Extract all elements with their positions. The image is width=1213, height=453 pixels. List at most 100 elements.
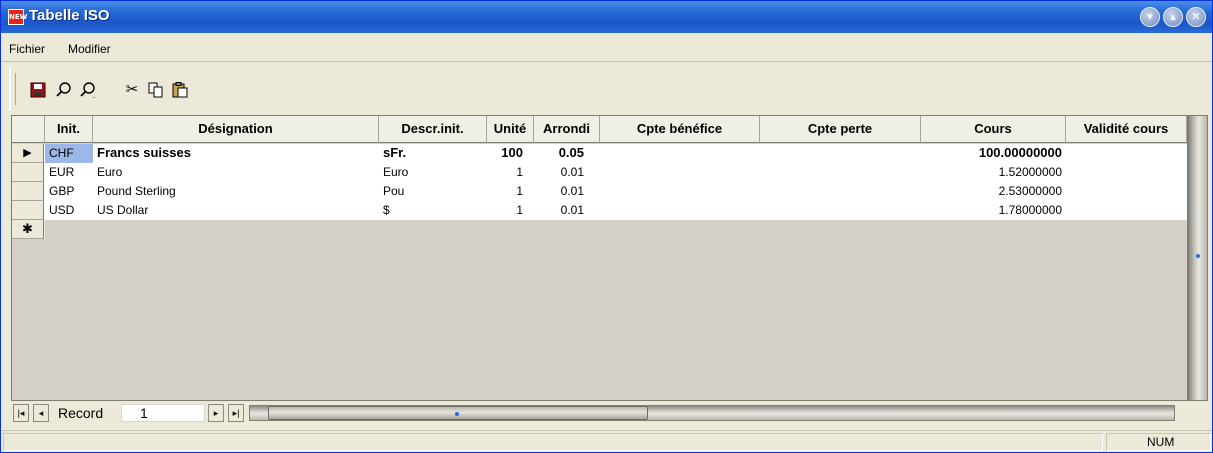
column-header-init[interactable]: Init.: [45, 116, 93, 143]
cell-validite-cours[interactable]: [1066, 182, 1187, 201]
cell-arrondi[interactable]: 0.05: [534, 144, 588, 163]
cell-unite[interactable]: 1: [487, 201, 527, 220]
row-selector[interactable]: [12, 201, 44, 220]
row-selector[interactable]: [12, 182, 44, 201]
record-navigator: |◂ ◂ Record 1 ▸ ▸|: [11, 403, 1188, 423]
cell-cpte-benefice[interactable]: [600, 144, 760, 163]
table-row[interactable]: GBP Pound Sterling Pou 1 0.01 2.53000000: [12, 182, 1187, 201]
last-record-button[interactable]: ▸|: [228, 404, 244, 422]
cell-init[interactable]: USD: [45, 201, 93, 220]
num-lock-indicator: NUM: [1147, 435, 1175, 449]
find-next-icon: ..: [80, 82, 96, 100]
cell-unite[interactable]: 1: [487, 182, 527, 201]
paste-icon: [172, 82, 188, 98]
cell-cpte-perte[interactable]: [760, 163, 921, 182]
horizontal-scroll-thumb[interactable]: [268, 406, 648, 420]
column-header-unite[interactable]: Unité: [487, 116, 534, 143]
scroll-thumb-grip[interactable]: [1196, 254, 1200, 258]
column-header-cpte-perte[interactable]: Cpte perte: [760, 116, 921, 143]
next-record-button[interactable]: ▸: [208, 404, 224, 422]
cell-designation[interactable]: Francs suisses: [93, 144, 379, 163]
table-row[interactable]: EUR Euro Euro 1 0.01 1.52000000: [12, 163, 1187, 182]
window-title: Tabelle ISO: [29, 7, 110, 24]
cell-cpte-perte[interactable]: [760, 144, 921, 163]
cell-validite-cours[interactable]: [1066, 163, 1187, 182]
cell-designation[interactable]: Pound Sterling: [93, 182, 379, 201]
cell-cours[interactable]: 1.52000000: [921, 163, 1066, 182]
toolbar-grip[interactable]: [15, 73, 18, 105]
find-next-button[interactable]: ..: [77, 79, 99, 101]
table-row[interactable]: USD US Dollar $ 1 0.01 1.78000000: [12, 201, 1187, 220]
column-header-arrondi[interactable]: Arrondi: [534, 116, 600, 143]
cell-arrondi[interactable]: 0.01: [534, 163, 588, 182]
app-icon[interactable]: NEW: [8, 9, 27, 25]
previous-record-button[interactable]: ◂: [33, 404, 49, 422]
application-window: NEW Tabelle ISO ▾ ▴ ✕ Fichier Modifier .…: [0, 0, 1213, 453]
cell-cpte-perte[interactable]: [760, 182, 921, 201]
cell-cours[interactable]: 100.00000000: [921, 144, 1066, 163]
horizontal-scrollbar[interactable]: [249, 405, 1175, 421]
cell-descr-init[interactable]: Pou: [379, 182, 487, 201]
find-button[interactable]: [53, 79, 75, 101]
cell-init[interactable]: CHF: [45, 144, 93, 163]
cell-cpte-benefice[interactable]: [600, 163, 760, 182]
cell-designation[interactable]: US Dollar: [93, 201, 379, 220]
cell-cours[interactable]: 2.53000000: [921, 182, 1066, 201]
data-grid: Init. Désignation Descr.init. Unité Arro…: [11, 115, 1188, 401]
row-selector[interactable]: [12, 163, 44, 182]
status-bar: NUM: [1, 430, 1212, 452]
cut-button[interactable]: ✂: [121, 79, 143, 101]
cell-descr-init[interactable]: Euro: [379, 163, 487, 182]
close-button[interactable]: ✕: [1186, 7, 1206, 27]
record-number-field[interactable]: 1: [121, 404, 205, 422]
cell-unite[interactable]: 100: [487, 144, 527, 163]
cut-icon: ✂: [125, 81, 139, 98]
toolbar: .. ✂: [9, 67, 1209, 111]
cell-arrondi[interactable]: 0.01: [534, 201, 588, 220]
column-header-validite-cours[interactable]: Validité cours: [1066, 116, 1187, 143]
save-button[interactable]: [27, 79, 49, 101]
cell-unite[interactable]: 1: [487, 163, 527, 182]
cell-cpte-perte[interactable]: [760, 201, 921, 220]
status-message-pane: [3, 433, 1103, 451]
copy-button[interactable]: [145, 79, 167, 101]
cell-validite-cours[interactable]: [1066, 144, 1187, 163]
previous-record-icon: ◂: [38, 408, 44, 418]
menu-fichier[interactable]: Fichier: [9, 42, 45, 56]
cell-validite-cours[interactable]: [1066, 201, 1187, 220]
cell-cours[interactable]: 1.78000000: [921, 201, 1066, 220]
column-header-cours[interactable]: Cours: [921, 116, 1066, 143]
maximize-button[interactable]: ▴: [1163, 7, 1183, 27]
cell-designation[interactable]: Euro: [93, 163, 379, 182]
paste-button[interactable]: [169, 79, 191, 101]
column-header-cpte-benefice[interactable]: Cpte bénéfice: [600, 116, 760, 143]
title-bar[interactable]: NEW Tabelle ISO ▾ ▴ ✕: [1, 1, 1212, 33]
table-row[interactable]: ▶ CHF Francs suisses sFr. 100 0.05 100.0…: [12, 144, 1187, 163]
current-row-marker[interactable]: ▶: [12, 144, 44, 163]
maximize-icon: ▴: [1170, 11, 1176, 23]
column-header-designation[interactable]: Désignation: [93, 116, 379, 143]
cell-init[interactable]: EUR: [45, 163, 93, 182]
find-icon: [56, 82, 71, 97]
cell-cpte-benefice[interactable]: [600, 201, 760, 220]
column-header-descr-init[interactable]: Descr.init.: [379, 116, 487, 143]
menu-modifier[interactable]: Modifier: [68, 42, 111, 56]
new-row-marker[interactable]: ✱: [12, 220, 44, 239]
cell-descr-init[interactable]: sFr.: [379, 144, 487, 163]
copy-icon: [148, 82, 163, 98]
new-record-row[interactable]: ✱: [12, 220, 45, 239]
vertical-scrollbar[interactable]: [1188, 115, 1208, 401]
row-selector-header[interactable]: [12, 116, 45, 143]
save-icon: [30, 82, 46, 98]
cell-init[interactable]: GBP: [45, 182, 93, 201]
first-record-button[interactable]: |◂: [13, 404, 29, 422]
cell-cpte-benefice[interactable]: [600, 182, 760, 201]
menu-bar: Fichier Modifier: [1, 37, 1212, 62]
cell-descr-init[interactable]: $: [379, 201, 487, 220]
minimize-icon: ▾: [1147, 11, 1153, 23]
next-record-icon: ▸: [213, 408, 219, 418]
svg-text:..: ..: [92, 93, 96, 99]
cell-arrondi[interactable]: 0.01: [534, 182, 588, 201]
minimize-button[interactable]: ▾: [1140, 7, 1160, 27]
last-record-icon: ▸|: [232, 408, 240, 418]
